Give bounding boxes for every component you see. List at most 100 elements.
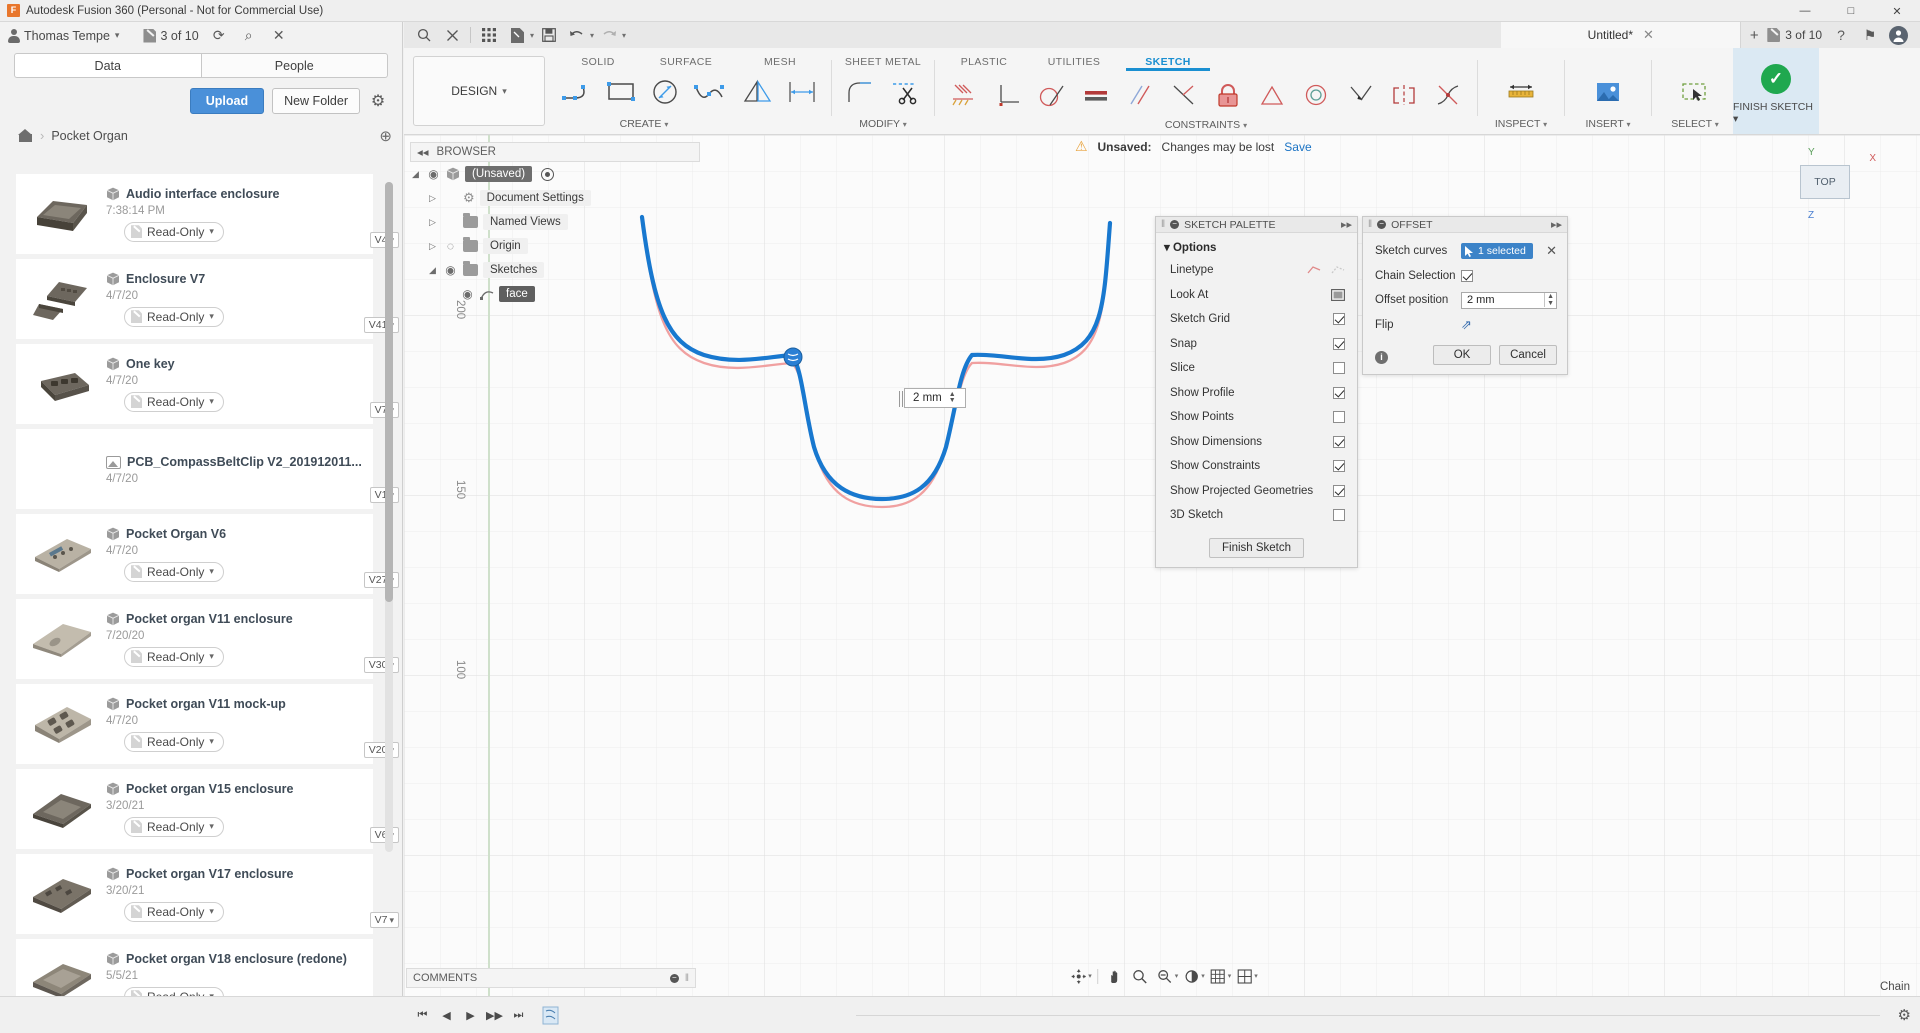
pin-icon[interactable]: ▸▸ — [1341, 218, 1352, 231]
readonly-badge[interactable]: Read-Only▾ — [124, 222, 224, 242]
display-settings-icon[interactable] — [1179, 964, 1203, 988]
midpoint-constraint-icon[interactable] — [1250, 71, 1294, 119]
spinner-up[interactable]: ▲ — [1547, 293, 1554, 300]
list-item[interactable]: Pocket organ V15 enclosure3/20/21Read-On… — [16, 769, 373, 849]
chevron-down-icon[interactable]: ▾ — [590, 31, 594, 40]
ok-button[interactable]: OK — [1433, 345, 1491, 365]
resize-grip-icon[interactable]: ‖ — [685, 973, 689, 984]
option-checkbox[interactable] — [1333, 362, 1345, 374]
chevron-down-icon[interactable]: ▾ — [1088, 972, 1092, 980]
chevron-down-icon[interactable]: ▾ — [1254, 972, 1258, 980]
offset-position-input[interactable]: 2 mm ▲ ▼ — [1461, 292, 1557, 309]
workspace-selector[interactable]: DESIGN ▾ — [413, 56, 545, 126]
spinner-down[interactable]: ▼ — [1547, 300, 1554, 307]
chevron-down-icon[interactable]: ▾ — [622, 31, 626, 40]
list-item[interactable]: Pocket Organ V64/7/20Read-Only▾V27▾ — [16, 514, 373, 594]
project-file-list[interactable]: Audio interface enclosure7:38:14 PMRead-… — [0, 174, 402, 1033]
activate-component-icon[interactable] — [541, 168, 554, 181]
flip-icon[interactable]: ⇗ — [1461, 317, 1472, 333]
linetype-normal-icon[interactable] — [1307, 264, 1321, 276]
close-search-icon[interactable] — [439, 24, 465, 46]
insert-image-icon[interactable] — [1586, 68, 1630, 116]
ribbon-tab-sketch[interactable]: SKETCH — [1120, 48, 1216, 66]
data-panel-scrollbar[interactable] — [385, 182, 393, 852]
browser-tree[interactable]: ◢◉(Unsaved)▷⚙Document Settings▷Named Vie… — [410, 162, 700, 306]
list-item[interactable]: Pocket organ V11 mock-up4/7/20Read-Only▾… — [16, 684, 373, 764]
expand-triangle-icon[interactable]: ▷ — [427, 193, 438, 204]
option-checkbox[interactable] — [1333, 509, 1345, 521]
cancel-button[interactable]: Cancel — [1499, 345, 1557, 365]
avatar[interactable] — [1889, 26, 1908, 45]
version-badge[interactable]: V30▾ — [364, 657, 399, 673]
grid-icon[interactable] — [476, 24, 502, 46]
timeline-last-button[interactable]: ⏭ — [508, 1005, 529, 1026]
minimize-icon[interactable]: − — [1170, 220, 1179, 229]
sketch-curves-selection-chip[interactable]: 1 selected — [1461, 243, 1533, 259]
clear-selection-icon[interactable]: ✕ — [1546, 243, 1557, 259]
ribbon-tab-sheet-metal[interactable]: SHEET METAL — [837, 48, 929, 66]
minimize-button[interactable]: — — [1782, 0, 1828, 22]
concentric-constraint-icon[interactable] — [1294, 71, 1338, 119]
ribbon-tab-plastic[interactable]: PLASTIC — [940, 48, 1028, 66]
globe-icon[interactable]: ⊕ — [379, 127, 392, 145]
version-badge[interactable]: V20▾ — [364, 742, 399, 758]
sketch-palette-header[interactable]: ‖ − SKETCH PALETTE ▸▸ — [1156, 217, 1357, 233]
spline-tool-icon[interactable] — [688, 68, 732, 116]
ribbon-group-insert-label[interactable]: INSERT ▾ — [1570, 118, 1646, 134]
version-badge[interactable]: V27▾ — [364, 572, 399, 588]
close-panel-icon[interactable]: ✕ — [269, 26, 289, 46]
undo-icon[interactable] — [564, 24, 590, 46]
mirror-tool-icon[interactable] — [736, 68, 780, 116]
visibility-eye-icon[interactable]: ◉ — [443, 263, 458, 277]
upload-button[interactable]: Upload — [190, 88, 264, 114]
select-cursor-icon[interactable] — [1673, 68, 1717, 116]
version-badge[interactable]: V7▾ — [370, 912, 399, 928]
list-item[interactable]: Enclosure V74/7/20Read-Only▾V41▾ — [16, 259, 373, 339]
visibility-eye-icon[interactable]: ◌ — [443, 239, 458, 253]
coincident-constraint-icon[interactable] — [1162, 71, 1206, 119]
expand-triangle-icon[interactable]: ▷ — [427, 241, 438, 252]
maximize-button[interactable]: □ — [1828, 0, 1874, 22]
measure-icon[interactable] — [1499, 68, 1543, 116]
readonly-badge[interactable]: Read-Only▾ — [124, 307, 224, 327]
equal-constraint-icon[interactable] — [1074, 71, 1118, 119]
list-item[interactable]: Pocket organ V17 enclosure3/20/21Read-On… — [16, 854, 373, 934]
home-icon[interactable] — [18, 129, 33, 142]
browser-row[interactable]: ◢◉(Unsaved) — [410, 162, 700, 186]
drag-grip-icon[interactable]: ‖ — [1161, 219, 1165, 230]
tangent-constraint-icon[interactable] — [1030, 71, 1074, 119]
chevron-down-icon[interactable]: ▾ — [1201, 972, 1205, 980]
fix-lock-icon[interactable] — [1206, 71, 1250, 119]
search-icon[interactable]: ⌕ — [239, 26, 259, 46]
timeline-next-button[interactable]: ▶▶ — [484, 1005, 505, 1026]
zoom-fit-icon[interactable] — [1153, 964, 1177, 988]
ribbon-group-inspect-label[interactable]: INSPECT ▾ — [1483, 118, 1559, 134]
comments-bar[interactable]: COMMENTS − ‖ — [406, 968, 696, 988]
spinner-down[interactable]: ▼ — [949, 398, 956, 404]
ribbon-group-modify-label[interactable]: MODIFY ▾ — [837, 118, 929, 134]
zoom-icon[interactable] — [1128, 964, 1152, 988]
timeline-marker[interactable] — [542, 1005, 559, 1026]
tab-data[interactable]: Data — [14, 53, 202, 78]
orbit-icon[interactable] — [1066, 964, 1090, 988]
finish-sketch-palette-button[interactable]: Finish Sketch — [1209, 538, 1304, 558]
readonly-badge[interactable]: Read-Only▾ — [124, 817, 224, 837]
ribbon-tab-mesh[interactable]: MESH — [734, 48, 826, 66]
line-tool-icon[interactable] — [556, 68, 600, 116]
offset-dimension-input[interactable]: 2 mm ▲ ▼ — [904, 388, 966, 408]
save-link[interactable]: Save — [1284, 140, 1311, 154]
refresh-icon[interactable]: ⟳ — [209, 26, 229, 46]
browser-row[interactable]: ▷◌Origin — [410, 234, 700, 258]
close-icon[interactable]: ✕ — [1643, 27, 1654, 43]
document-tab[interactable]: Untitled* ✕ — [1501, 22, 1741, 48]
chevron-down-icon[interactable]: ▾ — [1175, 972, 1179, 980]
chevron-down-icon[interactable]: ▾ — [1228, 972, 1232, 980]
list-item[interactable]: PCB_CompassBeltClip V2_201912011...4/7/2… — [16, 429, 373, 509]
chevron-down-icon[interactable]: ▾ — [530, 31, 534, 40]
perpendicular-constraint-icon[interactable] — [986, 71, 1030, 119]
option-checkbox[interactable] — [1333, 485, 1345, 497]
look-at-icon[interactable] — [1331, 289, 1345, 301]
ribbon-tab-surface[interactable]: SURFACE — [642, 48, 730, 66]
ribbon-group-select-label[interactable]: SELECT ▾ — [1657, 118, 1733, 134]
options-section-header[interactable]: ▾ Options — [1156, 233, 1357, 258]
